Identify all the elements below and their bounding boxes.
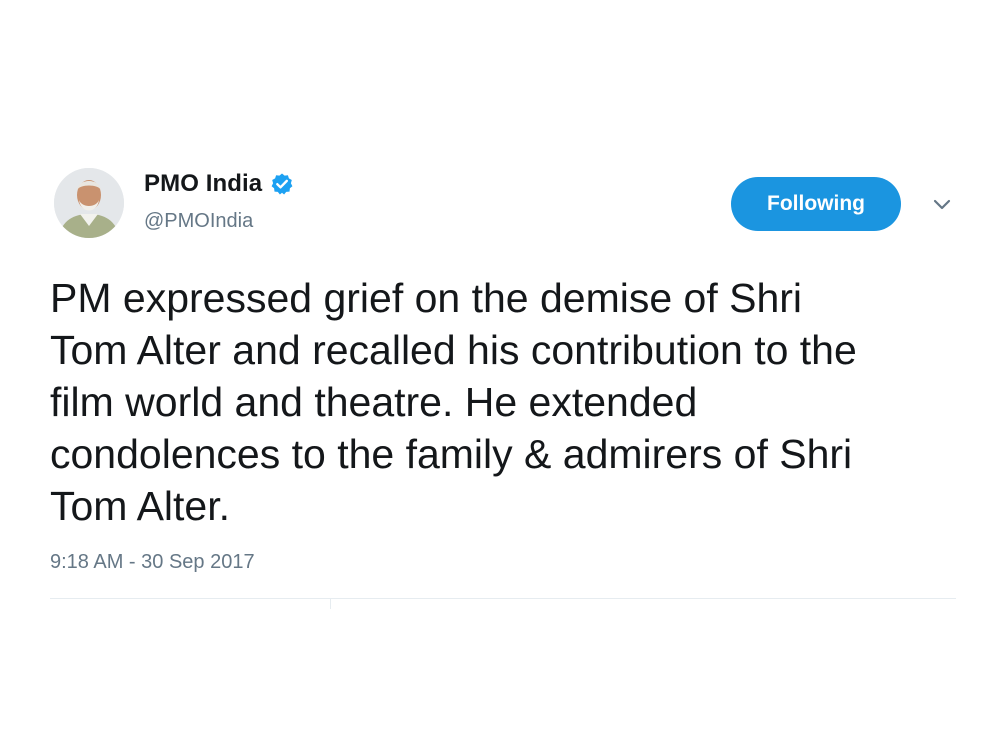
verified-badge-icon bbox=[271, 173, 293, 195]
tweet-text: PM expressed grief on the demise of Shri… bbox=[50, 275, 857, 529]
avatar-photo-icon bbox=[54, 168, 124, 238]
user-handle[interactable]: @PMOIndia bbox=[144, 210, 253, 233]
user-name-row: PMO India bbox=[144, 170, 294, 198]
tweet-timestamp[interactable]: 9:18 AM - 30 Sep 2017 bbox=[50, 551, 255, 574]
divider-tick bbox=[330, 599, 331, 609]
chevron-down-icon[interactable] bbox=[930, 195, 954, 215]
avatar[interactable] bbox=[54, 168, 124, 238]
tweet-card: PMO India @PMOIndia Following PM express… bbox=[0, 0, 1000, 750]
divider bbox=[50, 598, 956, 599]
user-display-name[interactable]: PMO India bbox=[144, 170, 262, 198]
following-button[interactable]: Following bbox=[731, 177, 901, 231]
